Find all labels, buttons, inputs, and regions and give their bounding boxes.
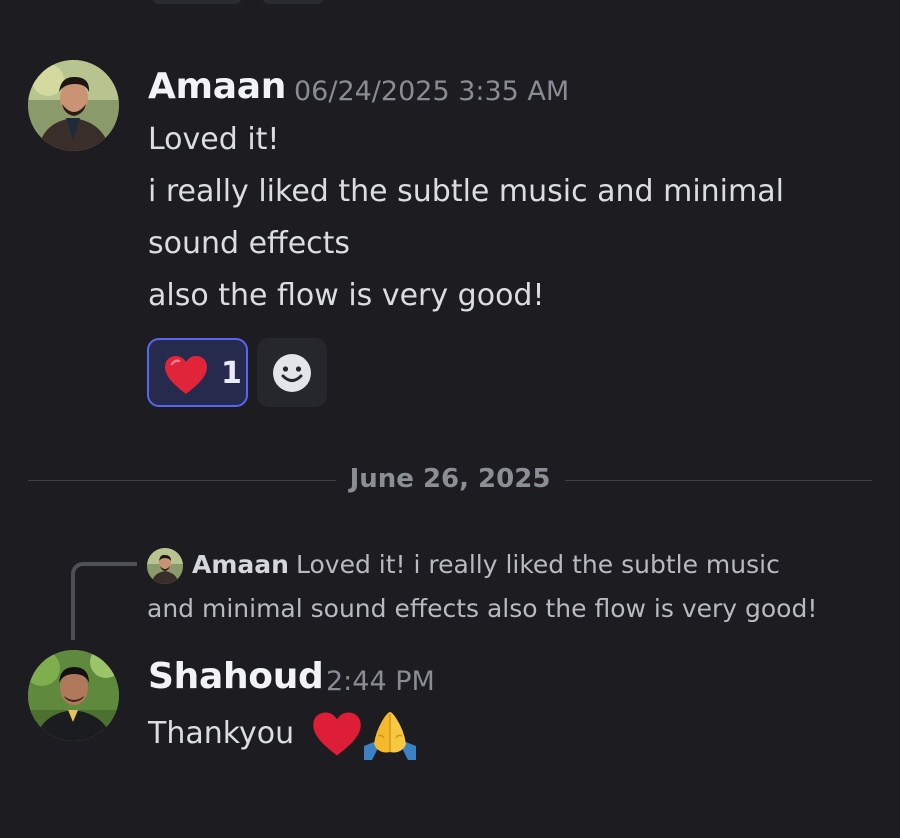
message-author[interactable]: Amaan [148,66,286,107]
reply-avatar[interactable] [147,548,183,584]
heart-reaction-button[interactable]: 1 [147,338,248,407]
message-author[interactable]: Shahoud [148,656,324,697]
message-text-line: sound effects [148,226,351,261]
divider-line [28,480,336,481]
message-timestamp: 2:44 PM [326,666,435,697]
previous-reaction-edge[interactable] [152,0,242,4]
smiley-icon [273,354,311,392]
reply-preview-text[interactable]: Loved it! i really liked the subtle musi… [296,550,780,579]
divider-line [565,480,872,481]
message-text-line: also the flow is very good! [148,278,545,313]
avatar[interactable] [28,650,119,741]
date-divider: June 26, 2025 [349,464,551,494]
message-text-line: i really liked the subtle music and mini… [148,174,784,209]
message-text-line: Thankyou [148,716,295,751]
heart-emoji-icon [313,712,361,756]
add-reaction-button[interactable] [257,338,327,407]
reply-preview-text[interactable]: and minimal sound effects also the flow … [147,594,817,623]
reaction-count: 1 [221,356,242,391]
chat-view: Amaan 06/24/2025 3:35 AM Loved it! i rea… [0,0,900,838]
reply-connector [71,562,137,640]
heart-emoji-icon [165,356,207,394]
previous-add-reaction-edge[interactable] [262,0,324,4]
folded-hands-emoji-icon [364,712,416,760]
message-timestamp: 06/24/2025 3:35 AM [294,76,570,107]
reply-author[interactable]: Amaan [192,550,289,579]
avatar[interactable] [28,60,119,151]
message-text-line: Loved it! [148,122,280,157]
